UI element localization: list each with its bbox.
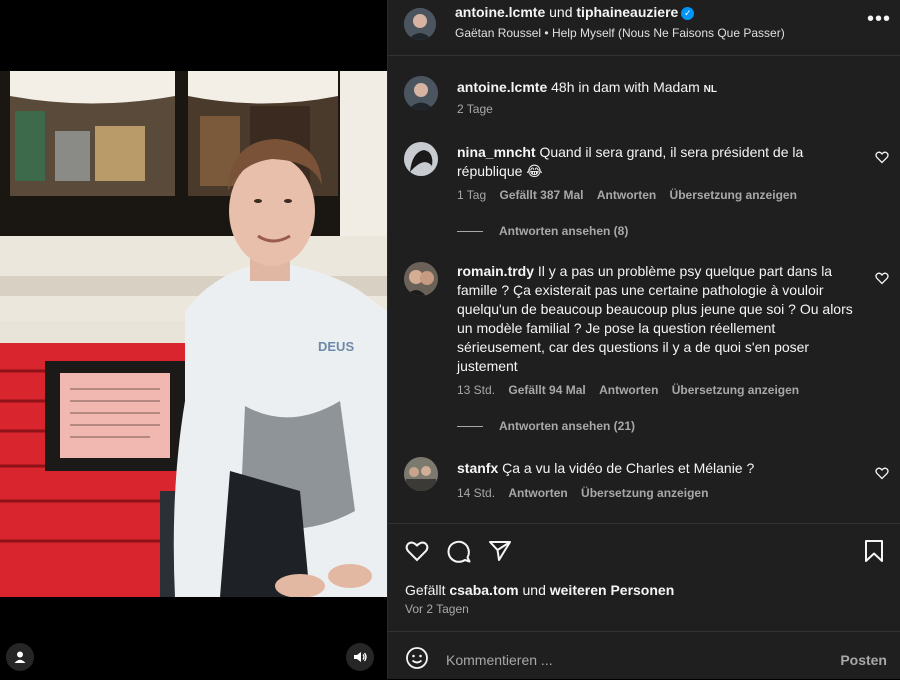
comment-meta: 1 Tag Gefällt 387 Mal Antworten Übersetz… xyxy=(457,188,807,202)
music-title: Help Myself (Nous Ne Faisons Que Passer) xyxy=(551,26,785,40)
post-date: Vor 2 Tagen xyxy=(405,602,469,616)
likes-middle: und xyxy=(522,582,546,598)
comment-text: romain.trdy Il y a pas un problème psy q… xyxy=(457,262,867,376)
comment-avatar[interactable] xyxy=(404,262,438,296)
music-info[interactable]: Gaëtan Roussel • Help Myself (Nous Ne Fa… xyxy=(455,26,785,40)
likes-others[interactable]: weiteren Personen xyxy=(550,582,675,598)
avatar-image xyxy=(404,76,438,110)
avatar-image xyxy=(404,262,438,296)
caption-avatar[interactable] xyxy=(404,76,438,110)
comment-username[interactable]: stanfx xyxy=(457,460,498,476)
comment-time: 1 Tag xyxy=(457,188,487,202)
avatar-image xyxy=(404,8,436,40)
comment-text: stanfx Ça a vu la vidéo de Charles et Mé… xyxy=(457,459,867,478)
post-caption: antoine.lcmte 48h in dam with Madam NL 2… xyxy=(388,70,900,120)
comment-input[interactable]: Kommentieren ... xyxy=(446,652,553,668)
comment-icon[interactable] xyxy=(447,540,471,564)
comment-composer: Kommentieren ... Posten xyxy=(388,631,900,680)
comment-time: 14 Std. xyxy=(457,486,496,500)
caption-time: 2 Tage xyxy=(457,102,493,116)
comment-item: stanfx Ça a vu la vidéo de Charles et Mé… xyxy=(388,451,900,511)
avatar-image xyxy=(404,142,438,176)
coauthor-username[interactable]: tiphaineauziere xyxy=(576,4,678,20)
flag-nl: NL xyxy=(703,84,718,95)
post-photo: DEUS xyxy=(0,71,387,597)
likes-prefix: Gefällt xyxy=(405,582,446,598)
heart-icon[interactable] xyxy=(875,271,889,285)
comment-body: Il y a pas un problème psy quelque part … xyxy=(457,263,853,374)
translate-button[interactable]: Übersetzung anzeigen xyxy=(670,188,797,202)
music-artist: Gaëtan Roussel xyxy=(455,26,542,40)
replies-line xyxy=(457,231,483,233)
author-avatar[interactable] xyxy=(404,8,436,40)
comment-text: nina_mncht Quand il sera grand, il sera … xyxy=(457,143,867,181)
heart-icon[interactable] xyxy=(875,466,889,480)
comment-time: 13 Std. xyxy=(457,383,496,397)
reply-button[interactable]: Antworten xyxy=(508,486,567,500)
comment-username[interactable]: nina_mncht xyxy=(457,144,536,160)
comment-meta: 14 Std. Antworten Übersetzung anzeigen xyxy=(457,486,718,500)
comment-likes[interactable]: Gefällt 387 Mal xyxy=(499,188,583,202)
heart-icon[interactable] xyxy=(875,150,889,164)
sound-icon xyxy=(354,652,367,662)
emoji-icon[interactable] xyxy=(405,646,429,670)
likes-summary[interactable]: Gefällt csaba.tom und weiteren Personen xyxy=(405,582,674,598)
music-separator: • xyxy=(544,26,549,40)
like-button[interactable] xyxy=(405,540,429,562)
post-details-panel: antoine.lcmte und tiphaineauziere ✓ Gaëta… xyxy=(387,0,900,679)
comment-item: romain.trdy Il y a pas un problème psy q… xyxy=(388,256,900,436)
view-replies-label: Antworten ansehen (8) xyxy=(499,224,629,238)
avatar-image xyxy=(404,457,438,491)
likes-user[interactable]: csaba.tom xyxy=(449,582,518,598)
more-icon: ••• xyxy=(866,8,891,30)
more-options-button[interactable]: ••• xyxy=(867,8,891,31)
sound-toggle-button[interactable] xyxy=(346,643,374,671)
caption-text: antoine.lcmte 48h in dam with Madam NL xyxy=(457,78,867,99)
post-media[interactable]: DEUS xyxy=(0,0,387,679)
reply-button[interactable]: Antworten xyxy=(597,188,656,202)
comment-meta: 13 Std. Gefällt 94 Mal Antworten Überset… xyxy=(457,383,809,397)
user-icon xyxy=(14,651,26,663)
author-username[interactable]: antoine.lcmte xyxy=(455,4,545,20)
caption-body: 48h in dam with Madam xyxy=(551,79,700,95)
reply-button[interactable]: Antworten xyxy=(599,383,658,397)
comment-avatar[interactable] xyxy=(404,142,438,176)
comment-item: nina_mncht Quand il sera grand, il sera … xyxy=(388,135,900,245)
post-actions xyxy=(388,523,900,579)
post-authors: antoine.lcmte und tiphaineauziere ✓ xyxy=(455,4,695,20)
translate-button[interactable]: Übersetzung anzeigen xyxy=(672,383,799,397)
share-icon[interactable] xyxy=(488,540,512,562)
authors-joiner: und xyxy=(549,4,573,20)
comment-likes[interactable]: Gefällt 94 Mal xyxy=(508,383,585,397)
view-replies-button[interactable]: Antworten ansehen (8) xyxy=(457,224,628,238)
comment-body: Ça a vu la vidéo de Charles et Mélanie ? xyxy=(502,460,755,476)
tagged-users-button[interactable] xyxy=(6,643,34,671)
comment-avatar[interactable] xyxy=(404,457,438,491)
post-comment-button[interactable]: Posten xyxy=(840,652,887,668)
replies-line xyxy=(457,426,483,428)
bookmark-icon[interactable] xyxy=(864,540,884,562)
view-replies-label: Antworten ansehen (21) xyxy=(499,419,636,433)
caption-meta: 2 Tage xyxy=(457,102,503,116)
translate-button[interactable]: Übersetzung anzeigen xyxy=(581,486,708,500)
svg-text:DEUS: DEUS xyxy=(318,339,354,354)
view-replies-button[interactable]: Antworten ansehen (21) xyxy=(457,419,635,433)
post-header: antoine.lcmte und tiphaineauziere ✓ Gaëta… xyxy=(388,0,900,56)
caption-username[interactable]: antoine.lcmte xyxy=(457,79,547,95)
comment-username[interactable]: romain.trdy xyxy=(457,263,534,279)
verified-icon: ✓ xyxy=(681,6,695,20)
